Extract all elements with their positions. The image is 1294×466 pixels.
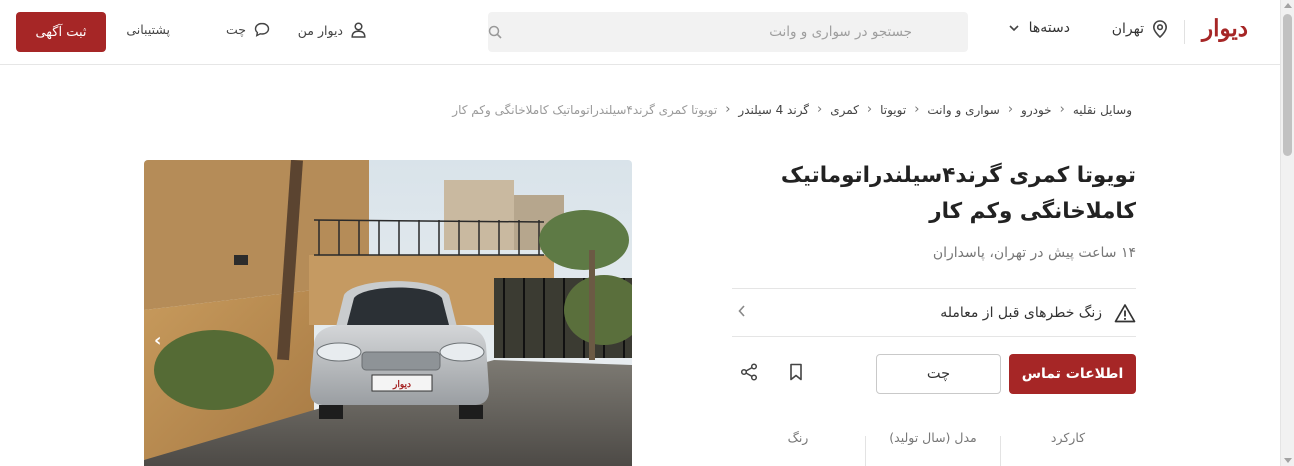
chevron-left-icon: ‹ <box>817 102 823 117</box>
search-input[interactable] <box>512 24 912 40</box>
breadcrumb-item-vehicles[interactable]: وسایل نقلیه <box>1073 103 1132 117</box>
spec-divider <box>865 436 866 466</box>
listing-photo[interactable]: دیوار <box>144 160 632 466</box>
top-header: دیوار تهران دسته‌ها دیوار من چت <box>0 0 1280 65</box>
listing-title: تویوتا کمری گرند۴سیلندراتوماتیک کاملاخان… <box>780 163 1136 224</box>
location-icon <box>1152 20 1168 38</box>
warning-icon <box>1114 304 1136 323</box>
categories-dropdown[interactable]: دسته‌ها <box>1009 20 1070 36</box>
chevron-left-icon: ‹ <box>914 102 920 117</box>
divider-bottom <box>732 336 1136 337</box>
bookmark-icon <box>790 363 802 381</box>
my-divar-label: دیوار من <box>297 22 343 38</box>
chat-button[interactable]: چت <box>876 354 1001 394</box>
breadcrumb-item-car[interactable]: خودرو <box>1021 103 1052 117</box>
bookmark-button[interactable] <box>788 363 804 385</box>
warning-label: زنگ خطرهای قبل از معامله <box>940 305 1102 321</box>
share-icon <box>740 363 758 381</box>
categories-label: دسته‌ها <box>1028 20 1070 36</box>
breadcrumb: وسایل نقلیه ‹ خودرو ‹ سواری و وانت ‹ توی… <box>452 102 1132 117</box>
breadcrumb-item-camry[interactable]: کمری <box>830 103 859 117</box>
chevron-left-icon <box>738 305 746 321</box>
support-label: پشتیبانی <box>126 22 170 37</box>
breadcrumb-item-grand[interactable]: گرند 4 سیلندر <box>738 103 809 117</box>
photo-prev-arrow-icon[interactable]: ‹ <box>154 330 161 351</box>
breadcrumb-item-toyota[interactable]: تویوتا <box>880 103 906 117</box>
breadcrumb-item-current: تویوتا کمری گرند۴سیلندراتوماتیک کاملاخان… <box>452 102 718 117</box>
scroll-down-arrow-icon[interactable] <box>1284 458 1292 463</box>
scroll-up-arrow-icon[interactable] <box>1284 3 1292 8</box>
chevron-left-icon: ‹ <box>725 102 731 117</box>
chevron-left-icon: ‹ <box>1059 102 1065 117</box>
share-button[interactable] <box>740 363 758 385</box>
support-link[interactable]: پشتیبانی <box>126 22 170 37</box>
spec-mileage-label: کارکرد <box>1050 430 1086 445</box>
page-scrollbar[interactable] <box>1280 0 1294 466</box>
chevron-left-icon: ‹ <box>1007 102 1014 117</box>
search-bar[interactable] <box>488 12 968 52</box>
user-icon <box>351 22 366 38</box>
listing-time-location: ۱۴ ساعت پیش در تهران، پاسداران <box>932 245 1136 261</box>
spec-color-label: رنگ <box>787 430 809 445</box>
spec-divider <box>1000 436 1001 466</box>
search-icon <box>488 25 502 39</box>
post-ad-button[interactable]: ثبت آگهی <box>16 12 106 52</box>
chat-bubble-icon <box>254 22 270 37</box>
chevron-down-icon <box>1009 24 1019 31</box>
city-label: تهران <box>1111 21 1144 37</box>
city-selector[interactable]: تهران <box>1112 20 1168 38</box>
scrollbar-thumb[interactable] <box>1283 14 1292 156</box>
divider-top <box>732 288 1136 289</box>
plate-logo: دیوار <box>392 379 411 390</box>
chat-link[interactable]: چت <box>226 22 270 37</box>
spec-model-label: مدل (سال تولید) <box>889 430 977 445</box>
chat-label: چت <box>225 22 246 37</box>
my-divar-link[interactable]: دیوار من <box>298 22 366 38</box>
breadcrumb-item-passenger[interactable]: سواری و وانت <box>927 103 999 117</box>
header-divider <box>1184 20 1185 44</box>
contact-info-button[interactable]: اطلاعات تماس <box>1009 354 1136 394</box>
divar-logo[interactable]: دیوار <box>1202 15 1248 42</box>
chevron-left-icon: ‹ <box>866 102 873 117</box>
scam-warning-row[interactable]: زنگ خطرهای قبل از معامله <box>732 290 1136 336</box>
